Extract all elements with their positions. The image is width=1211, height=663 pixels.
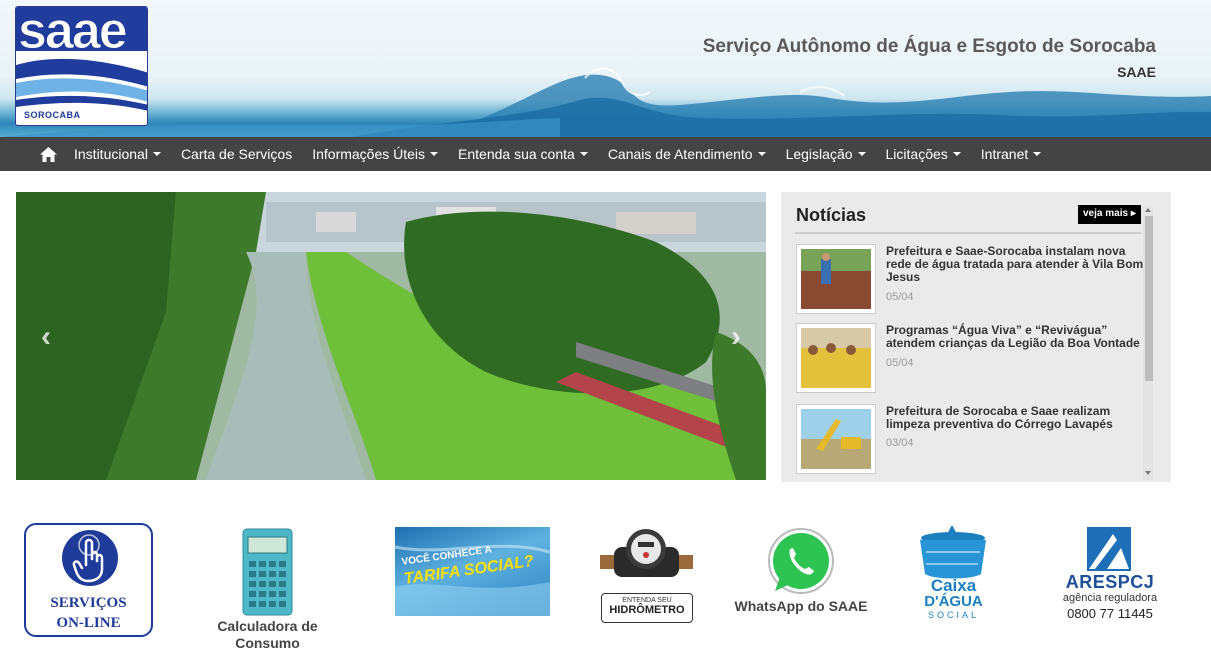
calculator-label-line1: Calculadora de: [217, 618, 318, 634]
arespcj-phone: 0800 77 11445: [1067, 606, 1153, 621]
news-headline: Prefeitura e Saae-Sorocaba instalam nova…: [886, 244, 1144, 284]
news-divider: [795, 232, 1141, 234]
site-header: saae SOROCABA Serviço Autônomo de Água e…: [0, 0, 1211, 137]
arespcj-link[interactable]: ARESPCJ agência reguladora 0800 77 11445: [1055, 526, 1165, 626]
main-navigation: Institucional Carta de Serviços Informaç…: [0, 137, 1211, 171]
caret-down-icon: [857, 152, 866, 156]
arespcj-logo-icon: [1087, 527, 1131, 571]
saae-logo[interactable]: saae SOROCABA: [15, 6, 148, 126]
logo-city: SOROCABA: [24, 110, 81, 120]
chevron-right-icon: ›: [731, 320, 741, 353]
carousel-next-button[interactable]: ›: [731, 320, 741, 354]
caret-down-icon: [1033, 152, 1042, 156]
water-tank-icon: [920, 525, 986, 579]
nav-item-label: Carta de Serviços: [180, 146, 293, 162]
nav-item-intranet[interactable]: Intranet: [980, 146, 1042, 162]
news-headline: Prefeitura de Sorocaba e Saae realizam l…: [886, 404, 1113, 431]
online-services-line1: SERVIÇOS: [50, 595, 127, 611]
carousel-prev-button[interactable]: ‹: [41, 320, 51, 354]
nav-item-legislacao[interactable]: Legislação: [786, 146, 866, 162]
calculator-icon: [242, 528, 293, 616]
caixa-dagua-social-link[interactable]: Caixa D'ÁGUA SOCIAL: [912, 522, 995, 626]
online-services-button[interactable]: SERVIÇOS ON-LINE: [24, 523, 153, 637]
page-title: Serviço Autônomo de Água e Esgoto de Sor…: [702, 36, 1156, 57]
see-more-button[interactable]: veja mais ▸: [1078, 205, 1141, 224]
whatsapp-icon: [768, 528, 834, 594]
water-meter-link[interactable]: ENTENDA SEU HIDRÔMETRO: [598, 527, 695, 624]
news-date: 05/04: [886, 291, 914, 303]
news-thumbnail: [796, 404, 876, 474]
caret-down-icon: [430, 152, 439, 156]
news-thumbnail: [796, 244, 876, 314]
water-meter-icon: [600, 529, 693, 577]
online-services-line2: ON-LINE: [56, 615, 121, 631]
water-meter-label-2: HIDRÔMETRO: [609, 604, 685, 616]
scroll-down-icon[interactable]: [1145, 471, 1151, 475]
nav-item-licitacoes[interactable]: Licitações: [886, 146, 961, 162]
news-date: 03/04: [886, 437, 914, 449]
arespcj-tagline: agência reguladora: [1062, 592, 1158, 604]
news-title: Notícias: [796, 205, 867, 225]
logo-word: saae: [18, 6, 129, 61]
news-headline: Programas “Água Viva” e “Revivágua” aten…: [886, 323, 1140, 350]
water-splash-banner: [0, 67, 1211, 137]
nav-item-label: Intranet: [980, 146, 1029, 162]
whatsapp-link[interactable]: WhatsApp do SAAE: [730, 527, 872, 622]
scroll-up-icon[interactable]: [1145, 208, 1151, 212]
caixa-label-3: SOCIAL: [927, 610, 979, 620]
caret-down-icon: [757, 152, 766, 156]
social-tariff-banner[interactable]: VOCÊ CONHECE A TARIFA SOCIAL?: [395, 527, 550, 616]
nav-item-canais-de-atendimento[interactable]: Canais de Atendimento: [608, 146, 766, 162]
nav-item-label: Licitações: [885, 146, 948, 162]
caixa-label-2: D'ÁGUA: [924, 593, 983, 610]
caret-down-icon: [152, 152, 161, 156]
caret-down-icon: [952, 152, 961, 156]
nav-item-institucional[interactable]: Institucional: [74, 146, 161, 162]
page-subtitle: SAAE: [1117, 64, 1156, 80]
news-item[interactable]: Prefeitura de Sorocaba e Saae realizam l…: [796, 404, 1141, 476]
scrollbar-thumb[interactable]: [1145, 216, 1153, 381]
nav-item-label: Institucional: [74, 146, 148, 162]
whatsapp-label: WhatsApp do SAAE: [734, 598, 868, 614]
home-icon[interactable]: [40, 146, 57, 162]
nav-item-carta-de-servicos[interactable]: Carta de Serviços: [181, 146, 292, 162]
caret-down-icon: [579, 152, 588, 156]
image-carousel[interactable]: ‹ ›: [16, 192, 766, 480]
water-meter-label-1: ENTENDA SEU: [622, 597, 672, 604]
nav-item-label: Legislação: [785, 146, 853, 162]
arespcj-name: ARESPCJ: [1065, 572, 1155, 592]
consumption-calculator-link[interactable]: Calculadora de Consumo: [200, 527, 335, 657]
nav-item-entenda-sua-conta[interactable]: Entenda sua conta: [458, 146, 588, 162]
news-date: 05/04: [886, 357, 914, 369]
nav-item-label: Entenda sua conta: [458, 146, 575, 162]
nav-item-label: Canais de Atendimento: [607, 146, 753, 162]
caixa-label-1: Caixa: [930, 576, 977, 595]
news-item[interactable]: Prefeitura e Saae-Sorocaba instalam nova…: [796, 244, 1144, 316]
calculator-label-line2: Consumo: [235, 635, 300, 651]
news-thumbnail: [796, 323, 876, 393]
nav-item-informacoes-uteis[interactable]: Informações Úteis: [312, 146, 439, 162]
carousel-slide-image: [16, 192, 766, 480]
news-panel: Notícias veja mais ▸ Prefeitura e Saae-S…: [781, 192, 1171, 482]
news-scrollbar[interactable]: [1143, 206, 1153, 480]
news-item[interactable]: Programas “Água Viva” e “Revivágua” aten…: [796, 323, 1141, 395]
nav-item-label: Informações Úteis: [312, 146, 426, 162]
chevron-left-icon: ‹: [41, 320, 51, 353]
